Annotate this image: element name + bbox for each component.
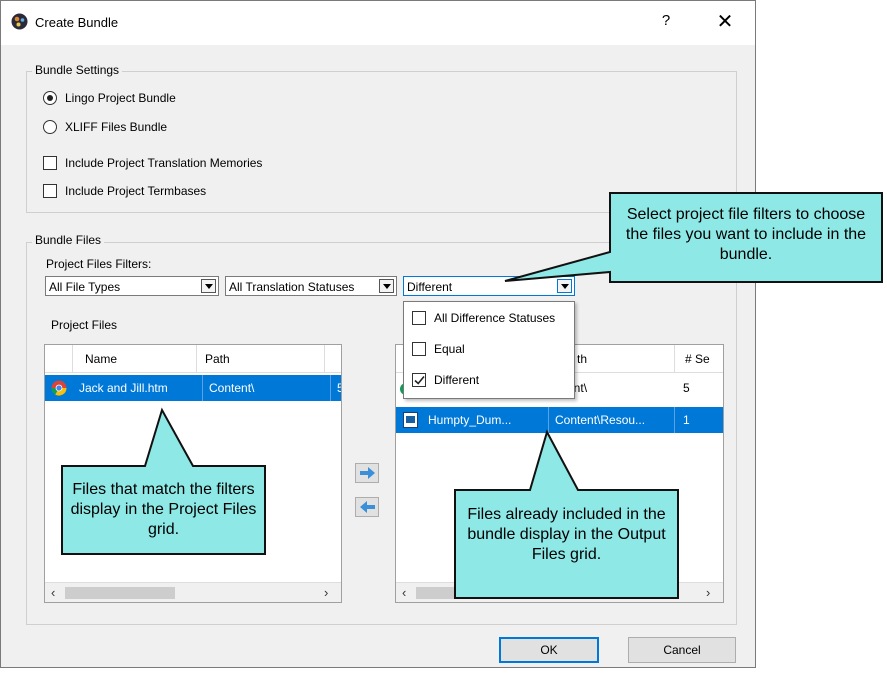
checkmark-icon bbox=[414, 375, 425, 385]
dropdown-option-label: All Difference Statuses bbox=[434, 311, 556, 325]
include-termbases-checkbox[interactable] bbox=[43, 184, 57, 198]
callout-filters-text: Select project file filters to choose th… bbox=[625, 206, 867, 263]
include-translation-memories-label: Include Project Translation Memories bbox=[65, 156, 263, 170]
callout-output-text: Files already included in the bundle dis… bbox=[467, 506, 666, 563]
difference-status-dropdown[interactable]: All Difference Statuses Equal Different bbox=[403, 301, 575, 399]
dropdown-option-equal[interactable]: Equal bbox=[404, 334, 574, 365]
dropdown-option-different[interactable]: Different bbox=[404, 365, 574, 397]
horizontal-scrollbar[interactable]: ‹ › bbox=[396, 582, 723, 602]
title-bar: Create Bundle ? ✕ bbox=[1, 1, 755, 45]
ok-button[interactable]: OK bbox=[499, 637, 599, 663]
project-files-grid[interactable]: Name Path Jack and Jill.htm Content\ 5 ‹… bbox=[44, 344, 342, 603]
bundle-settings-legend: Bundle Settings bbox=[32, 63, 123, 77]
callout-project-text: Files that match the filters display in … bbox=[70, 481, 257, 538]
header-spacer bbox=[45, 345, 73, 373]
project-files-label: Project Files bbox=[51, 318, 118, 332]
difference-status-value: Different bbox=[407, 280, 453, 294]
segment-count-cell: 5 bbox=[683, 381, 690, 395]
scroll-thumb[interactable] bbox=[416, 587, 484, 599]
help-button[interactable]: ? bbox=[656, 12, 676, 29]
table-row[interactable]: Jack and Jill.htm Content\ 5 bbox=[45, 375, 341, 401]
scroll-thumb[interactable] bbox=[65, 587, 175, 599]
grid-header: Name Path bbox=[45, 345, 341, 373]
chevron-down-icon[interactable] bbox=[557, 279, 572, 293]
segment-count-cell: 1 bbox=[683, 413, 690, 427]
arrow-right-icon bbox=[360, 467, 375, 479]
scroll-right-icon[interactable]: › bbox=[706, 585, 710, 600]
add-to-bundle-button[interactable] bbox=[355, 463, 379, 483]
bundle-files-legend: Bundle Files bbox=[32, 233, 105, 247]
app-icon bbox=[11, 13, 28, 30]
translation-status-filter[interactable]: All Translation Statuses bbox=[225, 276, 397, 296]
difference-status-filter[interactable]: Different bbox=[403, 276, 575, 296]
file-icon bbox=[403, 412, 418, 428]
equal-checkbox[interactable] bbox=[412, 342, 426, 356]
create-bundle-dialog: Create Bundle ? ✕ Bundle Settings Lingo … bbox=[0, 0, 756, 668]
column-header-name[interactable]: Name bbox=[73, 345, 197, 373]
cancel-button[interactable]: Cancel bbox=[628, 637, 736, 663]
xliff-files-bundle-radio[interactable] bbox=[43, 120, 57, 134]
all-difference-statuses-checkbox[interactable] bbox=[412, 311, 426, 325]
dropdown-option-label: Equal bbox=[434, 342, 465, 356]
dialog-title: Create Bundle bbox=[35, 15, 119, 30]
chevron-down-icon[interactable] bbox=[379, 279, 394, 293]
dropdown-option-label: Different bbox=[434, 373, 480, 387]
chevron-down-icon[interactable] bbox=[201, 279, 216, 293]
xliff-files-bundle-label: XLIFF Files Bundle bbox=[65, 120, 168, 134]
chrome-file-icon bbox=[51, 380, 67, 396]
table-row[interactable]: Humpty_Dum... Content\Resou... 1 bbox=[396, 407, 723, 433]
horizontal-scrollbar[interactable]: ‹ › bbox=[45, 582, 341, 602]
translation-status-value: All Translation Statuses bbox=[229, 280, 355, 294]
different-checkbox[interactable] bbox=[412, 373, 426, 387]
lingo-project-bundle-radio[interactable] bbox=[43, 91, 57, 105]
file-name-cell: Humpty_Dum... bbox=[424, 407, 549, 433]
column-header-path[interactable]: Path bbox=[197, 345, 325, 373]
file-name-cell: Jack and Jill.htm bbox=[73, 375, 203, 401]
column-header-segments[interactable]: # Se bbox=[675, 345, 723, 373]
scroll-left-icon[interactable]: ‹ bbox=[402, 585, 406, 600]
scroll-left-icon[interactable]: ‹ bbox=[51, 585, 55, 600]
include-termbases-label: Include Project Termbases bbox=[65, 184, 207, 198]
file-types-value: All File Types bbox=[49, 280, 121, 294]
file-extra-cell: 5 bbox=[331, 375, 341, 401]
project-files-filters-label: Project Files Filters: bbox=[46, 257, 152, 271]
remove-from-bundle-button[interactable] bbox=[355, 497, 379, 517]
file-types-filter[interactable]: All File Types bbox=[45, 276, 219, 296]
file-path-cell: Content\ bbox=[203, 375, 331, 401]
scroll-right-icon[interactable]: › bbox=[324, 585, 328, 600]
file-path-cell: Content\Resou... bbox=[549, 407, 675, 433]
include-translation-memories-checkbox[interactable] bbox=[43, 156, 57, 170]
close-button[interactable]: ✕ bbox=[714, 9, 736, 34]
lingo-project-bundle-label: Lingo Project Bundle bbox=[65, 91, 176, 105]
dropdown-option-all[interactable]: All Difference Statuses bbox=[404, 302, 574, 334]
arrow-left-icon bbox=[360, 501, 375, 513]
